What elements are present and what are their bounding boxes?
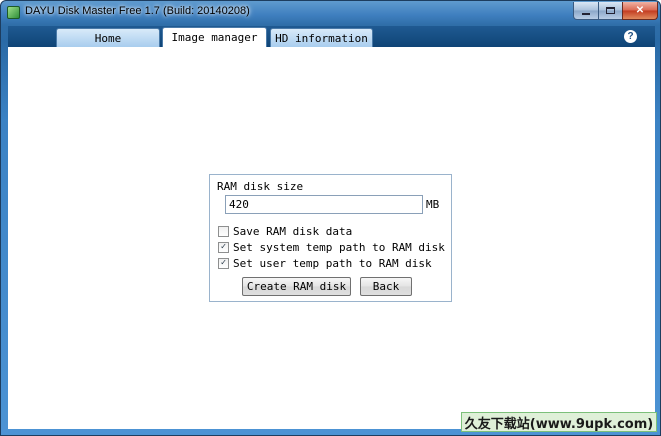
save-ram-disk-data-option[interactable]: Save RAM disk data: [218, 224, 352, 238]
system-temp-path-label: Set system temp path to RAM disk: [233, 240, 445, 254]
close-icon: ✕: [635, 5, 645, 16]
system-temp-path-checkbox[interactable]: ✓: [218, 241, 229, 253]
title-bar[interactable]: DAYU Disk Master Free 1.7 (Build: 201402…: [1, 1, 660, 23]
save-ram-disk-data-label: Save RAM disk data: [233, 224, 353, 238]
tab-hd-information[interactable]: HD information: [270, 28, 373, 47]
watermark-logo: 久友下载站(www.9upk.com): [461, 412, 657, 432]
user-temp-path-option[interactable]: ✓ Set user temp path to RAM disk: [218, 256, 432, 270]
app-icon: [7, 6, 20, 19]
tab-image-manager[interactable]: Image manager: [162, 27, 267, 47]
app-window: DAYU Disk Master Free 1.7 (Build: 201402…: [0, 0, 661, 436]
ram-disk-size-input[interactable]: [225, 195, 423, 214]
ram-disk-size-label: RAM disk size: [217, 180, 304, 193]
create-ram-disk-button[interactable]: Create RAM disk: [242, 277, 351, 296]
close-button[interactable]: ✕: [622, 2, 658, 20]
system-temp-path-option[interactable]: ✓ Set system temp path to RAM disk: [218, 240, 445, 254]
ram-disk-panel: RAM disk size MB Save RAM disk data ✓ Se…: [209, 174, 452, 302]
unit-label: MB: [426, 198, 440, 211]
user-temp-path-checkbox[interactable]: ✓: [218, 257, 229, 269]
window-title: DAYU Disk Master Free 1.7 (Build: 201402…: [25, 5, 250, 17]
tab-strip: Home Image manager HD information ?: [8, 26, 655, 47]
tab-home[interactable]: Home: [56, 28, 160, 47]
maximize-icon: [606, 7, 615, 14]
save-ram-disk-data-checkbox[interactable]: [218, 225, 229, 237]
user-temp-path-label: Set user temp path to RAM disk: [233, 256, 432, 270]
help-icon[interactable]: ?: [624, 30, 637, 43]
image-manager-content: RAM disk size MB Save RAM disk data ✓ Se…: [8, 47, 655, 429]
minimize-icon: [582, 12, 590, 15]
back-button[interactable]: Back: [360, 277, 412, 296]
minimize-button[interactable]: [573, 2, 599, 20]
maximize-button[interactable]: [598, 2, 623, 20]
